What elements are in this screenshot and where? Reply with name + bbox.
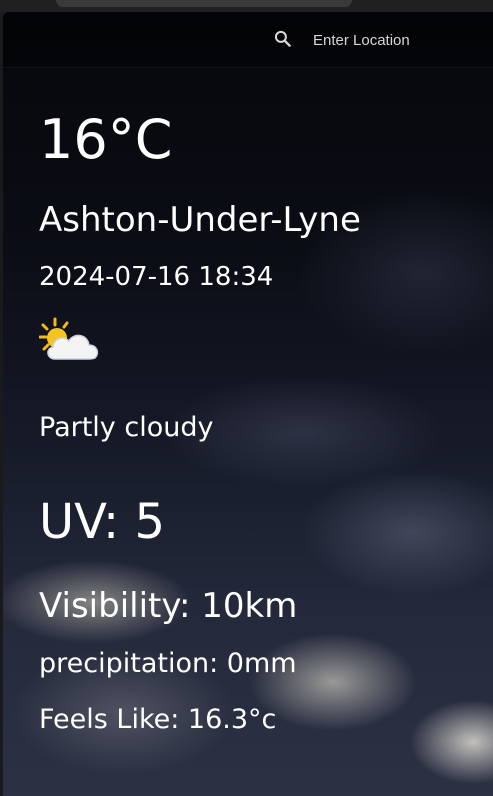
- weather-app: 16°C Ashton-Under-Lyne 2024-07-16 18:34 …: [3, 12, 493, 796]
- browser-tab[interactable]: [56, 0, 352, 7]
- visibility: Visibility: 10km: [39, 586, 298, 626]
- temperature: 16°C: [39, 108, 173, 171]
- location-name: Ashton-Under-Lyne: [39, 200, 361, 240]
- browser-chrome-strip: [0, 0, 493, 12]
- sun-behind-cloud-icon: [39, 317, 99, 360]
- feels-like: Feels Like: 16.3°c: [39, 704, 277, 735]
- condition-text: Partly cloudy: [39, 412, 214, 443]
- uv-index: UV: 5: [39, 494, 166, 550]
- precipitation: precipitation: 0mm: [39, 648, 297, 679]
- date-time: 2024-07-16 18:34: [39, 262, 274, 292]
- search-bar: [3, 12, 493, 68]
- search-icon[interactable]: [273, 29, 293, 49]
- location-search-input[interactable]: [307, 29, 493, 51]
